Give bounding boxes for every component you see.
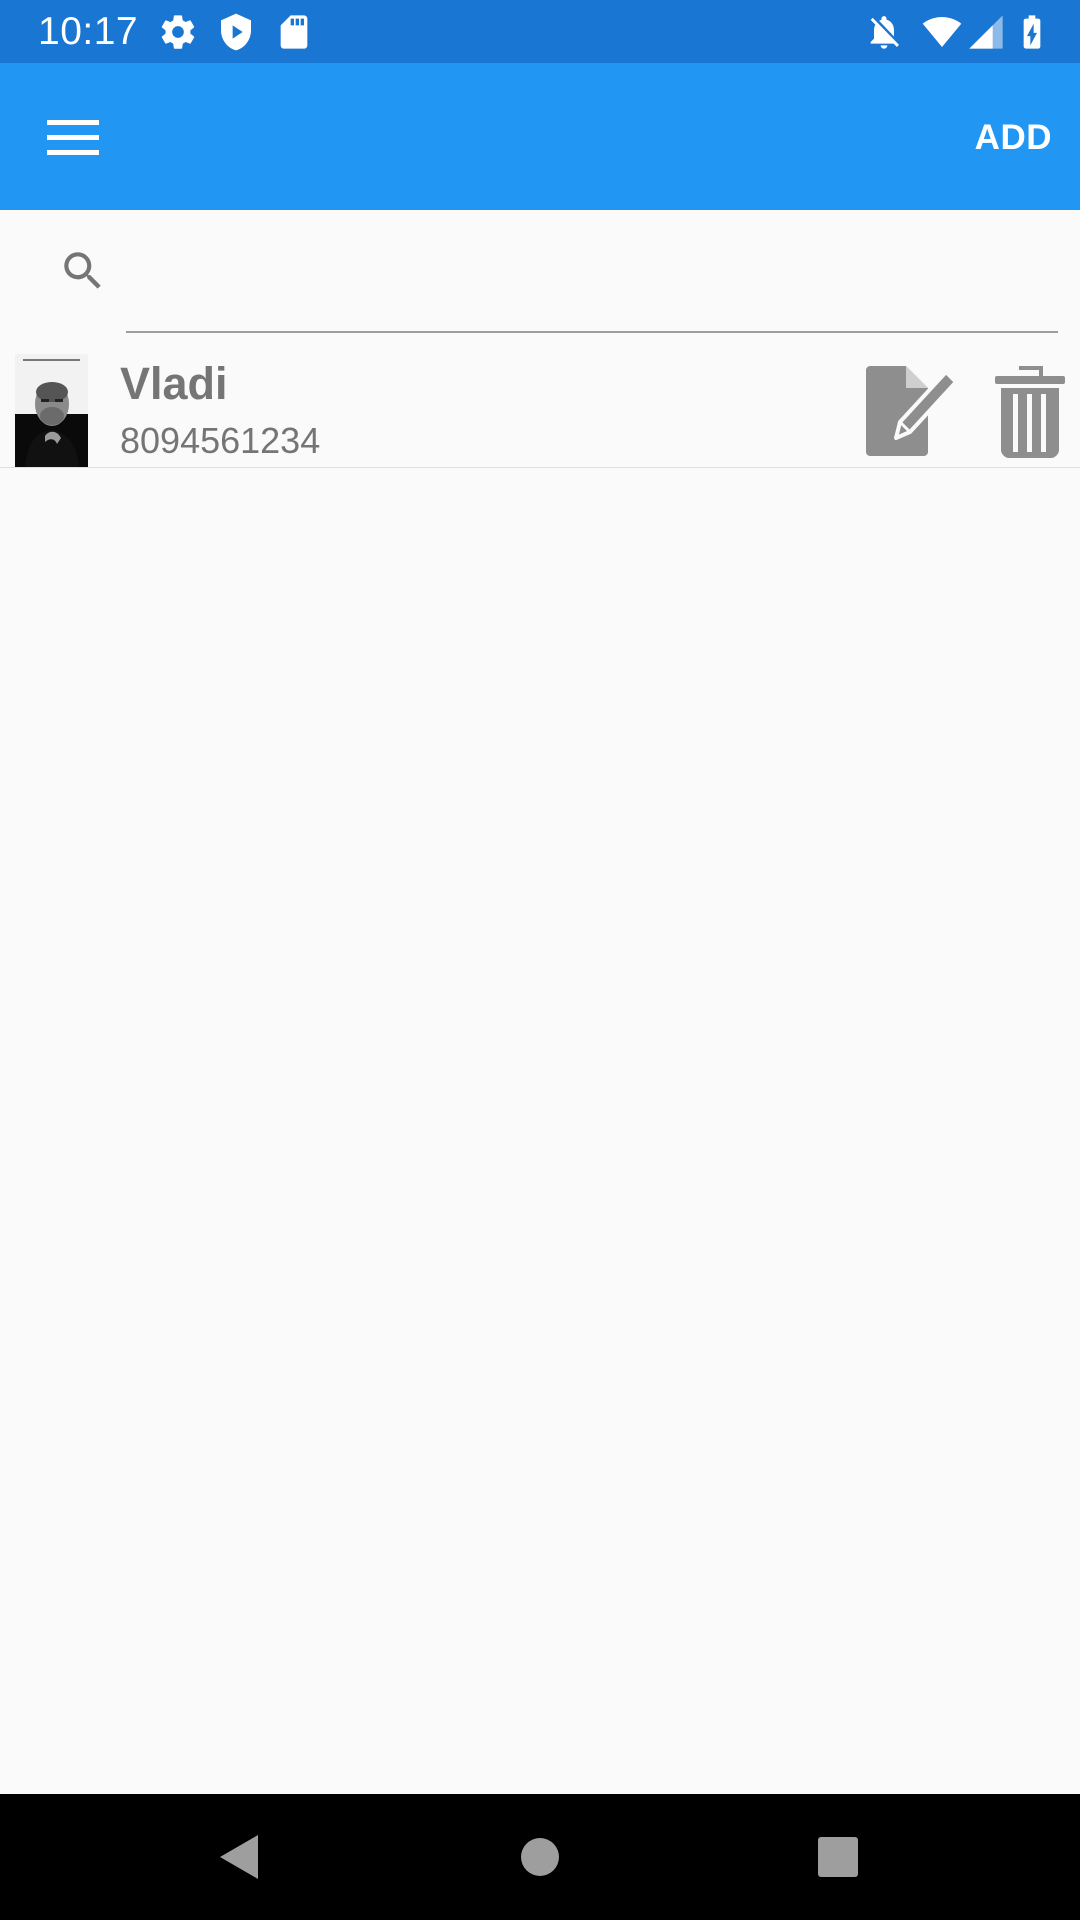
sd-card-icon [280, 15, 308, 49]
list-item[interactable]: Vladi 8094561234 [0, 350, 1080, 468]
avatar [15, 354, 88, 468]
gear-icon [161, 15, 195, 49]
notifications-off-icon [870, 16, 899, 49]
signal-icon [969, 15, 1003, 49]
navigation-bar [0, 1794, 1080, 1920]
shield-icon [221, 13, 251, 51]
menu-button[interactable] [30, 103, 116, 173]
screen: 10:17 ADD Vladi 8094561234 [0, 0, 1080, 1920]
battery-charging-icon [1023, 15, 1041, 49]
search-icon [64, 252, 101, 289]
app-bar: ADD [0, 63, 1080, 210]
edit-icon [866, 366, 958, 456]
wifi-icon [922, 17, 962, 47]
search-input[interactable] [126, 236, 1058, 306]
status-bar: 10:17 [0, 0, 1080, 63]
home-icon[interactable] [510, 1827, 570, 1887]
contact-name: Vladi [120, 358, 228, 409]
contact-phone: 8094561234 [120, 420, 321, 461]
search-bar [0, 210, 1080, 335]
contact-photo [15, 354, 88, 468]
status-time: 10:17 [38, 10, 139, 53]
delete-icon [995, 366, 1065, 458]
add-button[interactable]: ADD [973, 108, 1054, 168]
delete-button[interactable] [995, 366, 1065, 458]
list-divider [0, 467, 1080, 468]
edit-button[interactable] [866, 366, 958, 456]
recents-icon[interactable] [808, 1827, 868, 1887]
back-icon[interactable] [210, 1827, 270, 1887]
hamburger-menu-icon [47, 120, 99, 155]
search-underline [126, 331, 1058, 333]
